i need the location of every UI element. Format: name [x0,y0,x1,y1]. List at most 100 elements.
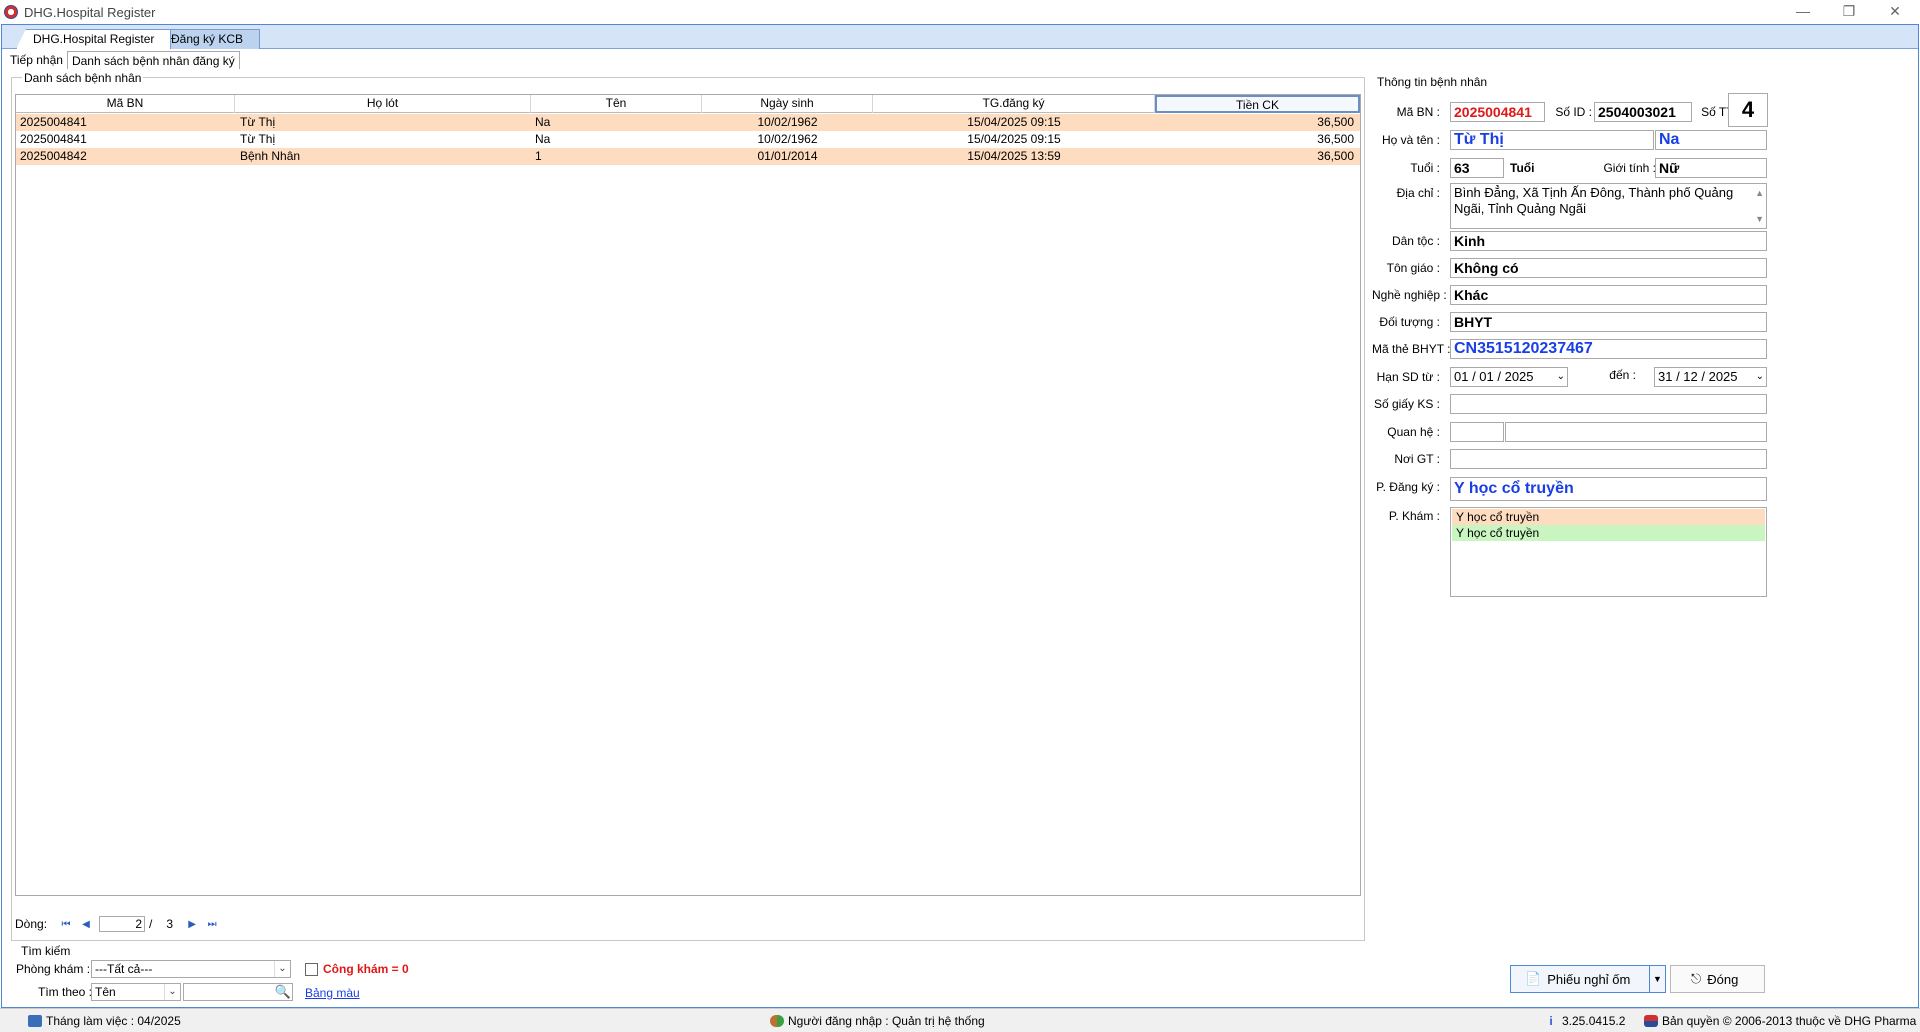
document-icon: 📄 [1525,971,1542,986]
status-user-text: Người đăng nhập : Quản trị hệ thống [788,1014,985,1028]
scroll-up-icon[interactable]: ▲ [1755,185,1764,201]
col-ho-lot[interactable]: Họ lót [235,95,531,113]
phieu-nghi-om-label: Phiếu nghỉ ốm [1547,971,1631,987]
ma-bn-field[interactable]: 2025004841 [1450,102,1545,122]
tab-hospital-register[interactable]: DHG.Hospital Register [16,29,172,49]
tim-theo-label: Tìm theo : [38,985,93,999]
ho-lot-field[interactable]: Từ Thị [1450,130,1654,150]
bang-mau-link[interactable]: Bảng màu [305,985,360,1001]
last-page-icon[interactable]: ⏭ [203,917,221,931]
table-row[interactable]: 2025004841 Từ Thị Na 10/02/1962 15/04/20… [16,131,1360,148]
status-version: i 3.25.0415.2 [1544,1013,1625,1029]
tim-theo-value: Tên [95,985,116,999]
ten-field[interactable]: Na [1655,130,1767,150]
grid-navigator: Dòng: ⏮ ◀ 2 / 3 ▶ ⏭ [15,914,1361,934]
han-sd-from-value: 01 / 01 / 2025 [1454,369,1534,384]
prev-page-icon[interactable]: ◀ [77,917,95,931]
chevron-down-icon[interactable]: ⌄ [1756,368,1764,386]
han-sd-from-picker[interactable]: 01 / 01 / 2025 ⌄ [1450,367,1568,387]
window-title: DHG.Hospital Register [24,4,156,20]
col-tien-ck[interactable]: Tiền CK [1155,95,1360,113]
close-icon[interactable]: ✕ [1872,0,1918,22]
col-ma-bn[interactable]: Mã BN [16,95,235,113]
search-input[interactable]: 🔍 [183,983,293,1001]
dia-chi-field[interactable]: Bình Đẳng, Xã Tịnh Ấn Đông, Thành phố Qu… [1450,183,1767,229]
col-tg-dang-ky[interactable]: TG.đăng ký [873,95,1155,113]
chevron-down-icon[interactable]: ⌄ [1557,368,1565,386]
chevron-down-icon: ⌄ [164,984,180,1000]
tab-tiep-nhan[interactable]: Tiếp nhận [6,51,67,69]
patient-list-title: Danh sách bệnh nhân [22,71,144,85]
phong-kham-select[interactable]: ---Tất cả--- ⌄ [91,960,291,978]
so-id-field[interactable]: 2504003021 [1594,102,1692,122]
cell-ngay-sinh: 01/01/2014 [757,149,818,163]
cong-kham-checkbox[interactable] [305,963,318,976]
status-version-text: 3.25.0415.2 [1562,1014,1626,1028]
current-row-input[interactable]: 2 [99,916,146,932]
status-copyright-text: Bản quyền © 2006-2013 thuộc về DHG Pharm… [1662,1014,1917,1028]
dropdown-arrow-icon[interactable]: ▼ [1649,966,1665,992]
patient-info-panel: Thông tin bệnh nhân Mã BN : 2025004841 S… [1372,75,1772,637]
cell-ma-bn: 2025004842 [20,149,87,163]
noi-gt-field[interactable] [1450,449,1767,469]
tab-danh-sach-benh-nhan[interactable]: Danh sách bệnh nhân đăng ký [66,51,240,69]
cell-ngay-sinh: 10/02/1962 [757,115,818,129]
cell-tien-ck: 36,500 [1317,132,1354,146]
dan-toc-field[interactable]: Kinh [1450,231,1767,251]
cell-ngay-sinh: 10/02/1962 [757,132,818,146]
tuoi-field[interactable]: 63 [1450,158,1504,178]
scroll-down-icon[interactable]: ▼ [1755,211,1764,227]
col-ngay-sinh[interactable]: Ngày sinh [702,95,873,113]
restore-icon[interactable]: ❐ [1826,0,1872,22]
list-item[interactable]: Y học cổ truyền [1452,525,1765,541]
cell-tg-dang-ky: 15/04/2025 13:59 [967,149,1061,163]
cong-kham-label: Công khám = 0 [323,962,409,976]
tim-theo-select[interactable]: Tên ⌄ [91,983,181,1001]
search-icon[interactable]: 🔍 [275,984,291,1000]
p-kham-label: P. Khám : [1388,509,1440,523]
ton-giao-field[interactable]: Không có [1450,258,1767,278]
nav-label: Dòng: [15,917,48,931]
first-page-icon[interactable]: ⏮ [57,917,75,931]
han-sd-to-picker[interactable]: 31 / 12 / 2025 ⌄ [1654,367,1767,387]
quan-he-code-field[interactable] [1450,422,1504,442]
phieu-nghi-om-button[interactable]: 📄 Phiếu nghỉ ốm ▼ [1510,965,1666,993]
so-giay-ks-field[interactable] [1450,394,1767,414]
p-dang-ky-field[interactable]: Y học cổ truyền [1450,477,1767,501]
nghe-nghiep-field[interactable]: Khác [1450,285,1767,305]
minimize-icon[interactable]: — [1780,0,1826,22]
status-bar: Tháng làm việc : 04/2025 Người đăng nhập… [0,1008,1920,1032]
patient-info-title: Thông tin bệnh nhân [1377,75,1488,89]
status-month-text: Tháng làm việc : 04/2025 [46,1014,181,1028]
patient-grid[interactable]: Mã BN Họ lót Tên Ngày sinh TG.đăng ký Ti… [15,94,1361,896]
cell-ho-lot: Từ Thị [240,115,276,129]
noi-gt-label: Nơi GT : [1394,452,1440,466]
doi-tuong-field[interactable]: BHYT [1450,312,1767,332]
main-frame: DHG.Hospital Register Đăng ký KCB Tiếp n… [1,24,1919,1008]
gioi-tinh-label: Giới tính : [1603,161,1656,175]
status-user: Người đăng nhập : Quản trị hệ thống [770,1013,985,1029]
search-title: Tìm kiếm [21,944,71,958]
gioi-tinh-field[interactable]: Nữ [1655,158,1767,178]
quan-he-name-field[interactable] [1505,422,1767,442]
table-row[interactable]: 2025004842 Bệnh Nhân 1 01/01/2014 15/04/… [16,148,1360,165]
cell-tien-ck: 36,500 [1317,149,1354,163]
tuoi-unit: Tuổi [1510,161,1535,175]
grid-header: Mã BN Họ lót Tên Ngày sinh TG.đăng ký Ti… [16,95,1360,113]
cell-tg-dang-ky: 15/04/2025 09:15 [967,115,1061,129]
doi-tuong-label: Đối tượng : [1379,315,1440,329]
next-page-icon[interactable]: ▶ [183,917,201,931]
app-logo-icon [4,5,18,19]
ma-the-label: Mã thẻ BHYT : [1372,342,1451,356]
col-ten[interactable]: Tên [531,95,702,113]
table-row[interactable]: 2025004841 Từ Thị Na 10/02/1962 15/04/20… [16,114,1360,131]
ma-the-field[interactable]: CN3515120237467 [1450,339,1767,359]
info-icon: i [1549,1014,1553,1028]
close-button[interactable]: ⎋ Đóng [1670,965,1765,993]
den-label: đến : [1609,368,1636,382]
list-item[interactable]: Y học cổ truyền [1452,509,1765,525]
han-sd-label: Hạn SD từ : [1376,370,1440,384]
chevron-down-icon: ⌄ [274,961,290,977]
ho-ten-label: Họ và tên : [1381,133,1440,147]
p-kham-list[interactable]: Y học cổ truyền Y học cổ truyền [1450,507,1767,597]
